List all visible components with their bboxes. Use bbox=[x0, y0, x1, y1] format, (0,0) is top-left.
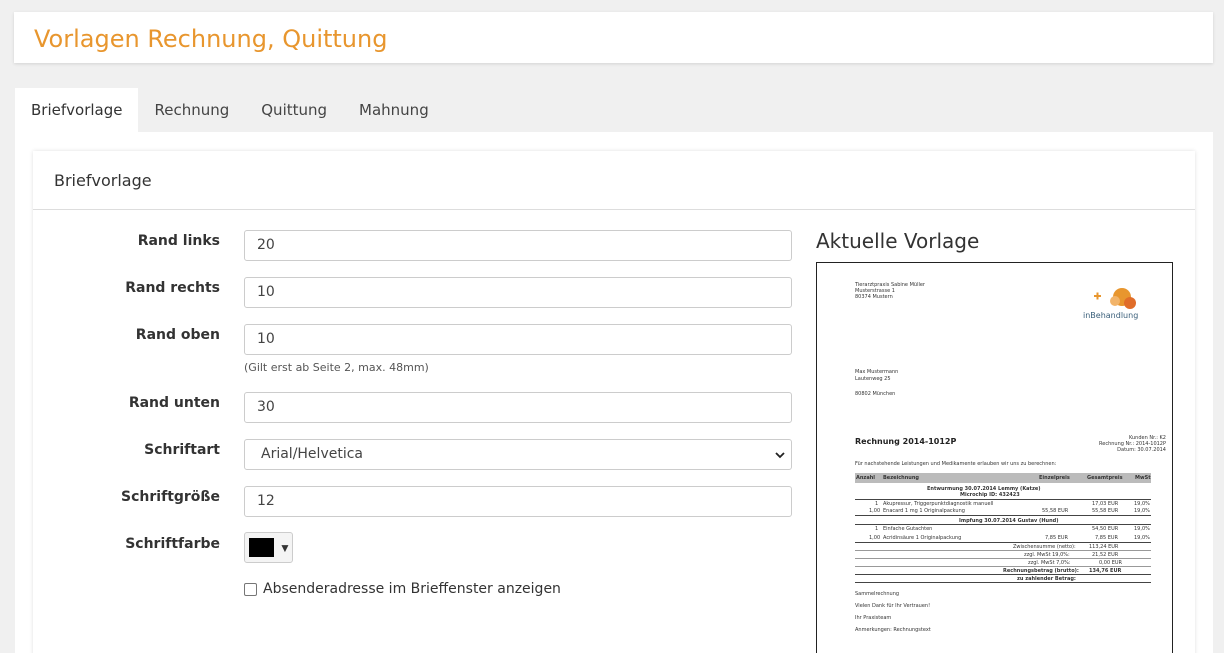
table-divider bbox=[855, 524, 1151, 525]
card-title: Briefvorlage bbox=[54, 171, 152, 190]
table-cell: 1 bbox=[875, 501, 879, 507]
tab-quittung[interactable]: Quittung bbox=[245, 88, 343, 132]
logo-text: inBehandlung bbox=[1083, 311, 1139, 320]
table-cell: 1,00 bbox=[869, 508, 881, 514]
rand-oben-input[interactable]: 10 bbox=[244, 324, 792, 355]
sender-line: 80374 Mustern bbox=[855, 294, 893, 300]
color-picker-button[interactable]: ▼ bbox=[244, 532, 293, 563]
table-divider bbox=[855, 550, 1151, 551]
tab-bar: Briefvorlage Rechnung Quittung Mahnung bbox=[15, 88, 445, 132]
tab-mahnung[interactable]: Mahnung bbox=[343, 88, 445, 132]
table-cell: Einfache Gutachten bbox=[883, 526, 933, 532]
color-swatch bbox=[249, 538, 274, 557]
schriftgroesse-label: Schriftgröße bbox=[121, 489, 220, 505]
table-divider bbox=[855, 566, 1151, 567]
row-rand-links: Rand links bbox=[33, 231, 220, 249]
recipient-line: Lautenweg 25 bbox=[855, 376, 891, 382]
invoice-title: Rechnung 2014-1012P bbox=[855, 437, 957, 446]
chevron-down-icon bbox=[775, 452, 785, 459]
absender-checkbox[interactable] bbox=[244, 582, 257, 596]
table-cell: 55,58 EUR bbox=[1042, 508, 1069, 514]
table-cell: 19,0% bbox=[1134, 535, 1150, 541]
col-header: Gesamtpreis bbox=[1087, 475, 1123, 481]
row-schriftfarbe: Schriftfarbe bbox=[33, 534, 220, 552]
row-rand-rechts: Rand rechts bbox=[33, 278, 220, 296]
schriftfarbe-label: Schriftfarbe bbox=[125, 536, 220, 552]
rand-links-input[interactable]: 20 bbox=[244, 230, 792, 261]
col-header: Bezeichnung bbox=[883, 475, 919, 481]
footer-line: Anmerkungen: Rechnungstext bbox=[855, 627, 931, 633]
table-divider bbox=[855, 558, 1151, 559]
schriftgroesse-input[interactable]: 12 bbox=[244, 486, 792, 517]
rand-rechts-label: Rand rechts bbox=[125, 280, 220, 296]
recipient-line: Max Mustermann bbox=[855, 369, 899, 375]
row-schriftgroesse: Schriftgröße bbox=[33, 487, 220, 505]
template-preview: Tierarztpraxis Sabine Müller Musterstras… bbox=[816, 262, 1173, 653]
table-cell: 17,03 EUR bbox=[1092, 501, 1119, 507]
col-header: Anzahl bbox=[856, 475, 875, 481]
rand-unten-label: Rand unten bbox=[128, 395, 220, 411]
row-rand-oben: Rand oben bbox=[33, 325, 220, 343]
intro-text: Für nachstehende Leistungen und Medikame… bbox=[855, 461, 1057, 467]
table-cell: 7,85 EUR bbox=[1095, 535, 1119, 541]
row-schriftart: Schriftart bbox=[33, 440, 220, 458]
table-divider bbox=[855, 515, 1151, 516]
page-title: Vorlagen Rechnung, Quittung bbox=[34, 25, 388, 53]
logo-icon bbox=[1094, 288, 1136, 309]
rand-oben-label: Rand oben bbox=[135, 327, 220, 343]
table-cell: 54,50 EUR bbox=[1092, 526, 1119, 532]
table-cell: 1 bbox=[875, 526, 879, 532]
tab-panel: Briefvorlage Rand links 20 Rand rechts 1… bbox=[15, 132, 1213, 653]
col-header: MwSt bbox=[1135, 475, 1151, 481]
rand-oben-hint: (Gilt erst ab Seite 2, max. 48mm) bbox=[244, 361, 429, 374]
absender-checkbox-row[interactable]: Absenderadresse im Brieffenster anzeigen bbox=[244, 581, 561, 597]
footer-line: Ihr Praxisteam bbox=[855, 615, 892, 621]
table-cell: 19,0% bbox=[1134, 508, 1150, 514]
table-divider bbox=[855, 499, 1151, 500]
schriftart-label: Schriftart bbox=[144, 442, 220, 458]
col-header: Einzelpreis bbox=[1039, 475, 1070, 481]
footer-line: Vielen Dank für Ihr Vertrauen! bbox=[855, 603, 931, 609]
footer-line: Sammelrechnung bbox=[855, 591, 900, 597]
rand-unten-input[interactable]: 30 bbox=[244, 392, 792, 423]
table-divider bbox=[855, 582, 1151, 583]
preview-title: Aktuelle Vorlage bbox=[816, 229, 980, 253]
tab-briefvorlage[interactable]: Briefvorlage bbox=[15, 88, 139, 132]
table-cell: Acridinsäure 1 Originalpackung bbox=[883, 535, 962, 541]
tab-rechnung[interactable]: Rechnung bbox=[138, 88, 245, 132]
rand-links-label: Rand links bbox=[137, 233, 220, 249]
caret-down-icon: ▼ bbox=[279, 541, 291, 555]
table-cell: Enacard 1 mg 1 Originalpackung bbox=[883, 508, 965, 514]
table-cell: 19,0% bbox=[1134, 526, 1150, 532]
table-cell: 19,0% bbox=[1134, 501, 1150, 507]
meta-line: Datum: 30.07.2014 bbox=[1117, 447, 1166, 453]
table-cell: 1,00 bbox=[869, 535, 881, 541]
table-cell: 55,58 EUR bbox=[1092, 508, 1119, 514]
table-cell: Akupressur, Triggerpunktdiagnostik manue… bbox=[883, 501, 994, 507]
briefvorlage-card: Briefvorlage Rand links 20 Rand rechts 1… bbox=[33, 151, 1195, 653]
group-subtitle: Microchip ID: 432423 bbox=[960, 492, 1020, 498]
absender-checkbox-label: Absenderadresse im Brieffenster anzeigen bbox=[263, 581, 561, 597]
table-divider bbox=[855, 542, 1151, 543]
schriftart-select[interactable]: Arial/Helvetica bbox=[244, 439, 792, 470]
recipient-line: 80802 München bbox=[855, 391, 896, 397]
table-cell: 7,85 EUR bbox=[1045, 535, 1069, 541]
rand-rechts-input[interactable]: 10 bbox=[244, 277, 792, 308]
page-header: Vorlagen Rechnung, Quittung bbox=[14, 12, 1213, 63]
table-divider bbox=[855, 574, 1151, 575]
row-rand-unten: Rand unten bbox=[33, 393, 220, 411]
schriftart-value: Arial/Helvetica bbox=[261, 446, 363, 462]
card-header: Briefvorlage bbox=[33, 151, 1195, 210]
